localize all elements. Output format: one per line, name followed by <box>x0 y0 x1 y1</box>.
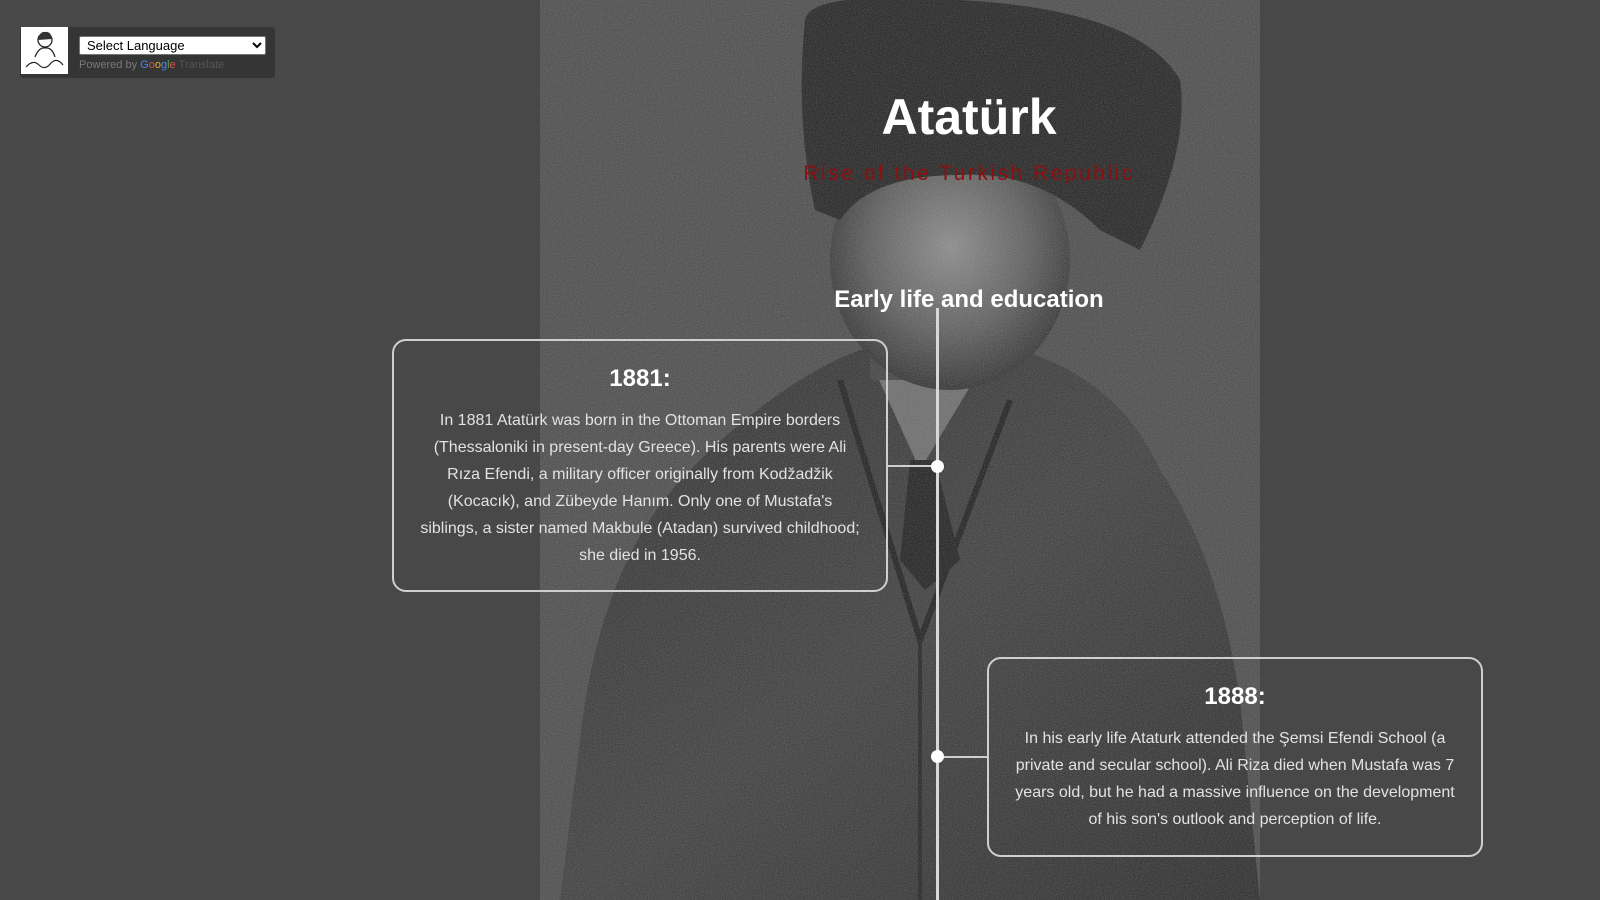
powered-by-google-translate: Powered by Google Translate <box>79 59 224 71</box>
event-year: 1888: <box>1204 683 1266 710</box>
timeline-dot <box>931 750 944 763</box>
timeline-connector <box>938 756 988 758</box>
logo-image[interactable] <box>21 27 68 74</box>
translate-link[interactable]: Translate <box>179 59 224 71</box>
timeline-line <box>936 308 939 900</box>
timeline-event-card: 1881: In 1881 Atatürk was born in the Ot… <box>392 339 888 592</box>
translate-widget: Select Language Powered by Google Transla… <box>20 27 275 78</box>
event-description: In 1881 Atatürk was born in the Ottoman … <box>420 412 860 564</box>
timeline-event-card: 1888: In his early life Ataturk attended… <box>987 657 1483 857</box>
language-select[interactable]: Select Language <box>79 36 266 55</box>
google-logo-text: Google <box>140 59 176 71</box>
section-heading: Early life and education <box>834 285 1104 313</box>
page-subtitle: Rise of the Turkish Republic <box>803 162 1135 185</box>
powered-by-label: Powered by <box>79 59 138 71</box>
page-title: Atatürk <box>881 89 1057 145</box>
page: Select Language Powered by Google Transla… <box>0 0 1600 900</box>
event-description: In his early life Ataturk attended the Ş… <box>1015 730 1455 828</box>
timeline-dot <box>931 460 944 473</box>
event-year: 1881: <box>609 365 671 392</box>
